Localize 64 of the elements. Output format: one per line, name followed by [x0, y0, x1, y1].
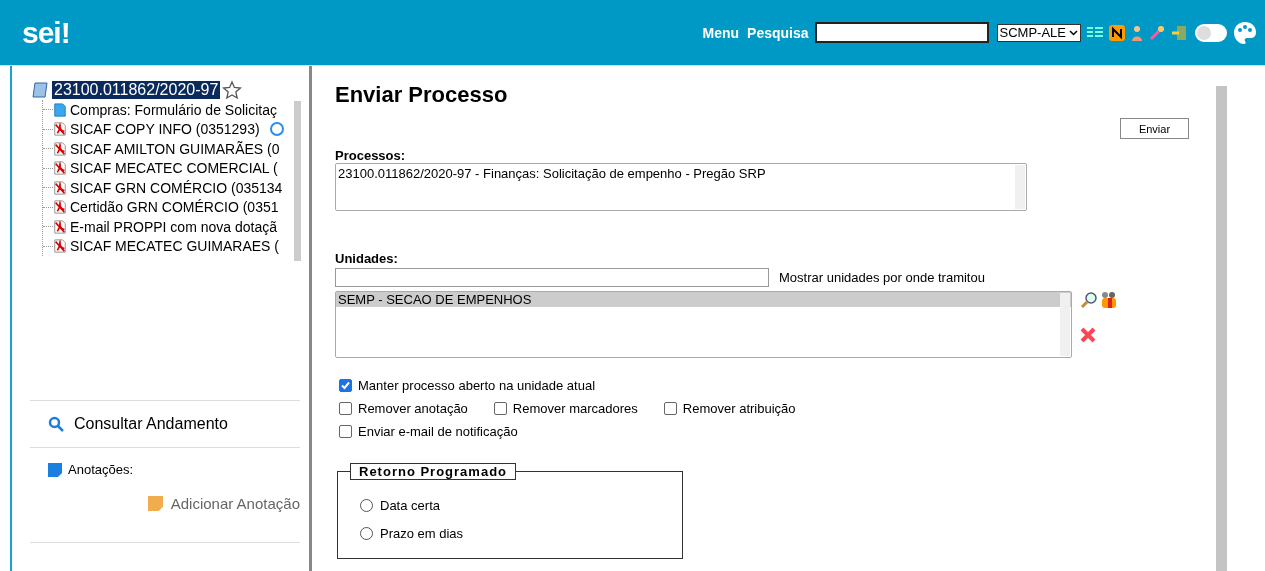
process-icon [32, 81, 50, 99]
unit-input[interactable] [335, 268, 769, 287]
search-icon[interactable] [1080, 291, 1098, 309]
caret-icon[interactable] [1069, 29, 1078, 36]
checkbox-label: Remover atribuição [682, 401, 796, 416]
pdf-icon [53, 161, 67, 176]
send-button[interactable]: Enviar [1120, 118, 1189, 139]
list-item[interactable]: SEMP - SECAO DE EMPENHOS [336, 292, 1071, 307]
scrollbar[interactable] [294, 101, 301, 261]
pdf-icon [53, 239, 67, 254]
checkbox-label: Manter processo aberto na unidade atual [358, 378, 596, 393]
checkbox[interactable] [339, 402, 352, 415]
document-link[interactable]: SICAF COPY INFO (0351293) [70, 121, 260, 138]
remove-icon[interactable] [1080, 326, 1096, 343]
copyright-icon [269, 122, 284, 137]
pdf-icon [53, 219, 67, 234]
document-link[interactable]: SICAF MECATEC COMERCIAL ( [70, 160, 278, 177]
document-link[interactable]: E-mail PROPPI com nova dotaçã [70, 218, 277, 235]
wrench-icon[interactable] [1149, 24, 1165, 41]
pdf-icon [53, 200, 67, 215]
radio-label: Prazo em dias [380, 526, 464, 541]
exit-icon[interactable] [1171, 24, 1187, 41]
processes-field[interactable]: 23100.011862/2020-97 - Finanças: Solicitação de empenho - Pregão SRP [335, 163, 1027, 211]
pdf-icon [53, 122, 67, 137]
group-icon[interactable] [1100, 291, 1118, 309]
checkbox-label: Enviar e-mail de notificação [358, 424, 518, 439]
checkbox-label: Remover anotação [358, 401, 468, 416]
units-list[interactable]: SEMP - SECAO DE EMPENHOS [335, 291, 1072, 358]
document-link[interactable]: Compras: Formulário de Solicitaç [70, 101, 277, 118]
scrollbar[interactable] [1060, 293, 1070, 356]
document-link[interactable]: Certidão GRN COMÉRCIO (0351 [70, 199, 279, 216]
field-label: Unidades: [335, 251, 399, 266]
search-icon[interactable] [48, 416, 64, 432]
panel-legend: Retorno Programado [350, 463, 516, 480]
checkbox[interactable] [493, 402, 507, 415]
document-icon [53, 102, 67, 117]
pdf-icon [53, 180, 67, 195]
add-annotation-link[interactable]: Adicionar Anotação [170, 495, 300, 512]
field-label: Processos: [335, 148, 407, 163]
process-number[interactable]: 23100.011862/2020-97 [52, 81, 221, 99]
scrollbar[interactable] [1015, 165, 1025, 209]
theme-toggle[interactable] [1195, 23, 1227, 42]
search-field[interactable] [814, 22, 989, 43]
n-icon[interactable] [1109, 24, 1125, 41]
unit-select[interactable]: SCMP-ALE [996, 23, 1081, 42]
page-title: Enviar Processo [335, 82, 509, 108]
show-units-label: Mostrar unidades por onde tramitou [779, 270, 985, 285]
checkbox-label: Remover marcadores [512, 401, 638, 416]
consultar-link[interactable]: Consultar Andamento [74, 415, 228, 433]
radio-label: Data certa [380, 498, 440, 513]
annotations-label: Anotações: [68, 462, 134, 477]
document-link[interactable]: SICAF AMILTON GUIMARÃES (0 [70, 140, 280, 157]
document-link[interactable]: SICAF GRN COMÉRCIO (035134 [70, 179, 283, 196]
note-icon [48, 462, 62, 477]
checkbox[interactable] [339, 379, 352, 392]
pdf-icon [53, 141, 67, 156]
star-icon[interactable] [222, 80, 243, 100]
scrollbar[interactable] [1216, 86, 1227, 571]
person-icon[interactable] [1131, 24, 1143, 41]
palette-icon[interactable] [1233, 20, 1257, 45]
checkbox[interactable] [339, 425, 352, 438]
list-icon[interactable] [1087, 25, 1103, 40]
checkbox[interactable] [663, 402, 677, 415]
document-link[interactable]: SICAF MECATEC GUIMARAES ( [70, 238, 279, 255]
